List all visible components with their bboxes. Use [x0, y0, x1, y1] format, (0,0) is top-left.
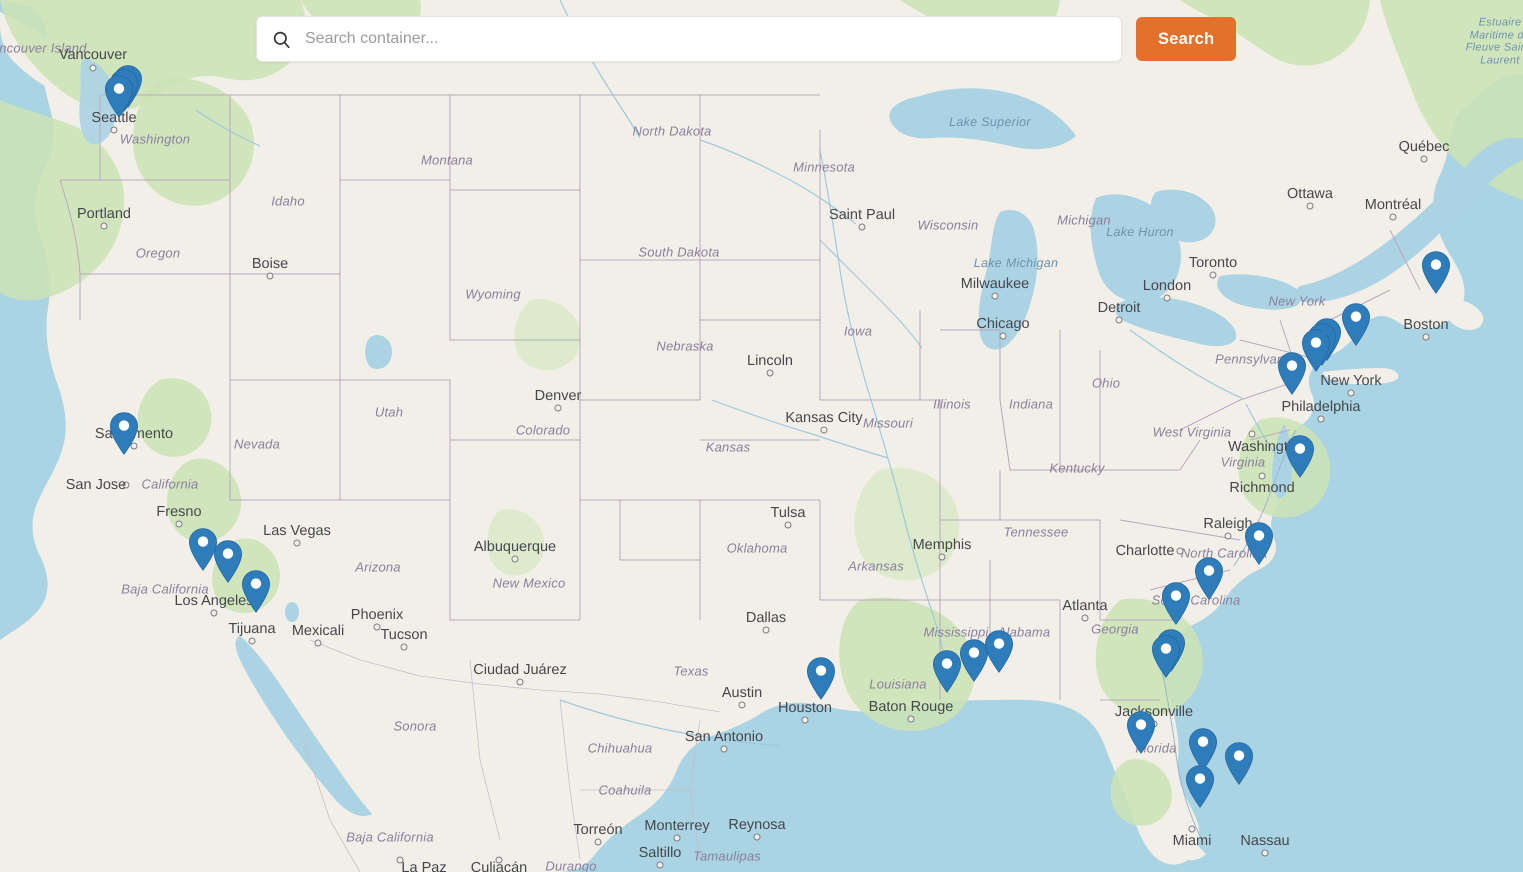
- search-input[interactable]: [257, 17, 1121, 61]
- map-application: .land { fill:#f2efe9; } .water { fill:#a…: [0, 0, 1523, 872]
- search-icon: [271, 29, 291, 49]
- container-marker-pin[interactable]: [1341, 302, 1371, 346]
- search-bar: Search: [256, 16, 1237, 62]
- container-marker-pin[interactable]: [1194, 556, 1224, 600]
- search-field[interactable]: [256, 16, 1122, 62]
- container-marker-pin[interactable]: [213, 539, 243, 583]
- container-marker-pin[interactable]: [1185, 764, 1215, 808]
- container-marker-pin[interactable]: [104, 74, 134, 118]
- container-marker-pin[interactable]: [1126, 710, 1156, 754]
- container-marker-pin[interactable]: [932, 649, 962, 693]
- container-marker-pin[interactable]: [109, 411, 139, 455]
- container-marker-pin[interactable]: [1151, 634, 1181, 678]
- container-marker-pin[interactable]: [1244, 521, 1274, 565]
- map-canvas[interactable]: .land { fill:#f2efe9; } .water { fill:#a…: [0, 0, 1523, 872]
- container-marker-pin[interactable]: [1224, 741, 1254, 785]
- container-marker-pin[interactable]: [241, 569, 271, 613]
- container-marker-pin[interactable]: [806, 656, 836, 700]
- container-marker-pin[interactable]: [1421, 250, 1451, 294]
- container-marker-pin[interactable]: [1161, 581, 1191, 625]
- container-marker-pin[interactable]: [984, 629, 1014, 673]
- container-marker-pin[interactable]: [1277, 351, 1307, 395]
- container-marker-pin[interactable]: [1285, 434, 1315, 478]
- search-button[interactable]: Search: [1136, 17, 1237, 61]
